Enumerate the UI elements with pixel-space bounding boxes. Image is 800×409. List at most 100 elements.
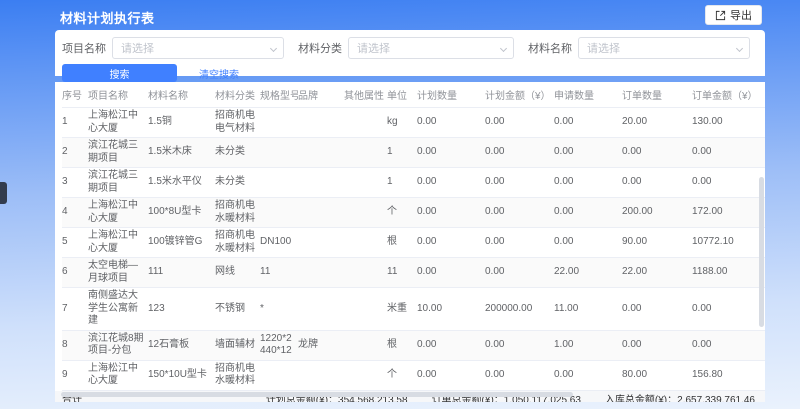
table-cell: 100镀锌管G: [148, 228, 215, 258]
inbound-total: 入库总金额(¥)：2,657,339,761.46: [605, 391, 755, 403]
table-cell: 上海松江中心大厦: [88, 360, 148, 390]
table-cell: 0.00: [417, 198, 485, 228]
table-cell: [344, 228, 387, 258]
sidebar-collapse-handle[interactable]: [0, 182, 7, 204]
table-panel: 序号项目名称材料名称材料分类规格型号品牌其他属性单位计划数量计划金额（¥）申请数…: [55, 82, 765, 402]
table-cell: 1: [62, 108, 88, 138]
table-cell: [344, 330, 387, 360]
table-cell: [298, 108, 344, 138]
table-cell: 0.00: [417, 330, 485, 360]
table-cell: 不锈钢: [215, 288, 260, 331]
table-cell: 10772.10: [692, 228, 765, 258]
table-cell: [260, 360, 298, 390]
table-cell: 11: [260, 258, 298, 288]
page: 材料计划执行表 导出 项目名称 请选择 材料分类 请选择 材料名称 请选择: [0, 0, 800, 409]
table-cell: 0.00: [485, 138, 554, 168]
table-cell: 1.5米水平仪: [148, 168, 215, 198]
table-cell: 米重: [387, 288, 417, 331]
table-cell: [260, 168, 298, 198]
column-header: 计划数量: [417, 82, 485, 108]
column-header: 品牌: [298, 82, 344, 108]
table-cell: 滨江花城8期项目-分包: [88, 330, 148, 360]
table-cell: *: [260, 288, 298, 331]
table-cell: 130.00: [692, 108, 765, 138]
table-cell: 0.00: [554, 360, 622, 390]
table-cell: [344, 288, 387, 331]
table-cell: [298, 168, 344, 198]
table-cell: [344, 198, 387, 228]
table-cell: 滨江花城三期项目: [88, 138, 148, 168]
table-cell: 2: [62, 138, 88, 168]
table-cell: 0.00: [622, 288, 692, 331]
table-cell: 1: [387, 138, 417, 168]
page-title: 材料计划执行表: [60, 8, 155, 27]
table-cell: 11: [387, 258, 417, 288]
column-header: 其他属性: [344, 82, 387, 108]
table-cell: 0.00: [554, 168, 622, 198]
search-button[interactable]: 搜索: [62, 64, 177, 82]
table-cell: 0.00: [485, 228, 554, 258]
vertical-scrollbar[interactable]: [759, 177, 764, 327]
table-cell: 招商机电 水暖材料: [215, 198, 260, 228]
table-cell: 100*8U型卡: [148, 198, 215, 228]
table-cell: 1.5米木床: [148, 138, 215, 168]
material-table: 序号项目名称材料名称材料分类规格型号品牌其他属性单位计划数量计划金额（¥）申请数…: [62, 82, 765, 391]
project-select[interactable]: 请选择: [112, 37, 284, 59]
table-cell: 80.00: [622, 360, 692, 390]
table-cell: 11.00: [554, 288, 622, 331]
column-header: 序号: [62, 82, 88, 108]
material-select[interactable]: 请选择: [578, 37, 750, 59]
table-cell: 滨江花城三期项目: [88, 168, 148, 198]
table-cell: [298, 198, 344, 228]
horizontal-scrollbar[interactable]: [61, 392, 573, 397]
table-cell: 0.00: [485, 258, 554, 288]
filter-panel: 项目名称 请选择 材料分类 请选择 材料名称 请选择 搜索 清空搜索: [55, 30, 765, 76]
table-row: 2滨江花城三期项目1.5米木床未分类10.000.000.000.000.00: [62, 138, 765, 168]
table-cell: 0.00: [554, 228, 622, 258]
table-cell: 200.00: [622, 198, 692, 228]
table-cell: 0.00: [485, 330, 554, 360]
table-cell: [298, 288, 344, 331]
table-cell: 0.00: [622, 168, 692, 198]
table-header-row: 序号项目名称材料名称材料分类规格型号品牌其他属性单位计划数量计划金额（¥）申请数…: [62, 82, 765, 108]
table-cell: 0.00: [417, 138, 485, 168]
table-row: 7南侧盛达大学生公寓新建123不锈钢*米重10.00200000.0011.00…: [62, 288, 765, 331]
table-cell: [344, 168, 387, 198]
table-cell: 8: [62, 330, 88, 360]
column-header: 项目名称: [88, 82, 148, 108]
table-cell: 0.00: [554, 138, 622, 168]
table-cell: 墙面辅材: [215, 330, 260, 360]
table-cell: DN100: [260, 228, 298, 258]
clear-search-link[interactable]: 清空搜索: [199, 66, 239, 81]
table-cell: 未分类: [215, 138, 260, 168]
table-cell: 172.00: [692, 198, 765, 228]
filter-row: 项目名称 请选择 材料分类 请选择 材料名称 请选择: [62, 37, 758, 59]
table-row: 5上海松江中心大厦100镀锌管G招商机电 水暖材料DN100根0.000.000…: [62, 228, 765, 258]
table-cell: [344, 360, 387, 390]
table-cell: 招商机电 电气材料: [215, 108, 260, 138]
table-cell: 156.80: [692, 360, 765, 390]
column-header: 计划金额（¥）: [485, 82, 554, 108]
material-select-placeholder: 请选择: [587, 40, 620, 56]
table-cell: 0.00: [554, 108, 622, 138]
category-select[interactable]: 请选择: [348, 37, 514, 59]
table-cell: 个: [387, 360, 417, 390]
table-cell: 10.00: [417, 288, 485, 331]
table-cell: 12石膏板: [148, 330, 215, 360]
table-cell: 150*10U型卡: [148, 360, 215, 390]
table-cell: 0.00: [554, 198, 622, 228]
column-header: 规格型号: [260, 82, 298, 108]
table-cell: 0.00: [692, 138, 765, 168]
table-row: 1上海松江中心大厦1.5铜招商机电 电气材料kg0.000.000.0020.0…: [62, 108, 765, 138]
project-select-placeholder: 请选择: [121, 40, 154, 56]
table-cell: 90.00: [622, 228, 692, 258]
export-button[interactable]: 导出: [705, 5, 762, 25]
table-cell: 0.00: [692, 288, 765, 331]
table-cell: 0.00: [692, 168, 765, 198]
table-body: 1上海松江中心大厦1.5铜招商机电 电气材料kg0.000.000.0020.0…: [62, 108, 765, 391]
table-cell: 0.00: [622, 138, 692, 168]
table-cell: 1.00: [554, 330, 622, 360]
table-cell: 龙牌: [298, 330, 344, 360]
table-row: 9上海松江中心大厦150*10U型卡招商机电 水暖材料个0.000.000.00…: [62, 360, 765, 390]
chevron-down-icon: [270, 45, 277, 52]
